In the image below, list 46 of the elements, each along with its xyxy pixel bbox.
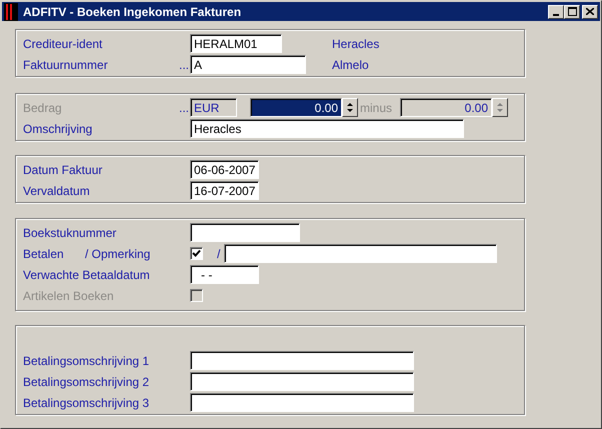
app-icon <box>4 2 18 20</box>
payment-description-field[interactable] <box>190 351 414 370</box>
spin-buttons[interactable] <box>492 98 508 117</box>
field-label: Betalingsomschrijving 1 <box>23 354 150 368</box>
field-label: Betalingsomschrijving 2 <box>23 374 150 388</box>
maximize-icon <box>568 7 576 16</box>
field-label: Omschrijving <box>23 122 94 136</box>
minus-label: minus <box>360 100 394 114</box>
down-arrow-icon <box>497 109 503 112</box>
field-label: Faktuurnummer <box>23 58 109 72</box>
invoice-number-field[interactable]: A <box>190 55 306 74</box>
crediteur-field[interactable]: HERALM01 <box>190 34 282 53</box>
maximize-button[interactable] <box>564 4 580 18</box>
checkmark-icon <box>192 249 201 258</box>
date-field[interactable]: 16-07-2007 <box>190 181 259 200</box>
field-label: Boekstuknummer <box>23 226 118 240</box>
close-button[interactable] <box>582 4 598 18</box>
up-arrow-icon <box>497 102 503 106</box>
field-label: Datum Faktuur <box>23 162 104 176</box>
field-label: Betalingsomschrijving 3 <box>23 396 150 410</box>
date-field[interactable]: - - <box>190 265 259 284</box>
supplier-name: Heracles <box>332 36 380 50</box>
window-title: ADFITV - Boeken Ingekomen Fakturen <box>23 4 242 18</box>
field-label: Bedrag <box>23 100 63 114</box>
field-label: / Opmerking <box>85 246 150 260</box>
separator-text: / <box>217 246 220 260</box>
lookup-dots[interactable]: ... <box>178 58 189 72</box>
close-icon <box>586 8 594 15</box>
field-label: Betalen <box>23 246 65 260</box>
payment-description-field[interactable] <box>190 372 414 391</box>
field-label: Crediteur-ident <box>23 36 104 50</box>
minimize-icon <box>553 14 559 16</box>
field-label: Vervaldatum <box>23 184 91 198</box>
spin-buttons[interactable] <box>342 98 358 117</box>
checkbox[interactable] <box>190 247 203 260</box>
minimize-button[interactable] <box>548 4 564 18</box>
field-label: Verwachte Betaaldatum <box>23 268 151 282</box>
date-field[interactable]: 06-06-2007 <box>190 160 259 179</box>
field-label: Artikelen Boeken <box>23 288 115 302</box>
supplier-city: Almelo <box>332 58 369 72</box>
payment-description-field[interactable] <box>190 393 414 412</box>
description-field[interactable]: Heracles <box>190 119 464 138</box>
remark-field[interactable] <box>224 244 498 263</box>
down-arrow-icon <box>347 109 353 112</box>
up-arrow-icon <box>347 102 353 106</box>
document-number-field[interactable] <box>190 223 300 242</box>
